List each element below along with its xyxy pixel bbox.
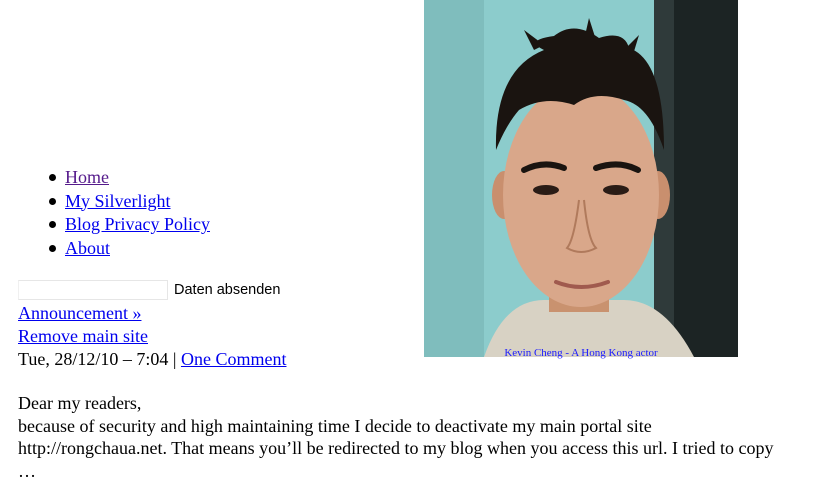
excerpt-line: Dear my readers, <box>18 393 142 413</box>
nav-item-home: Home <box>49 166 210 190</box>
nav-link-my-silverlight[interactable]: My Silverlight <box>65 191 171 211</box>
excerpt-ellipsis: … <box>18 460 36 481</box>
image-caption: Kevin Cheng - A Hong Kong actor <box>504 347 658 359</box>
nav-item-about: About <box>49 237 210 261</box>
search-submit-button[interactable]: Daten absenden <box>174 282 280 298</box>
portrait-illustration <box>424 0 738 357</box>
post-excerpt: Dear my readers, because of security and… <box>18 392 813 482</box>
post-title-link[interactable]: Remove main site <box>18 326 148 346</box>
post-title: Remove main site <box>18 325 148 348</box>
main-navigation: Home My Silverlight Blog Privacy Policy … <box>0 166 210 260</box>
meta-separator: | <box>168 349 181 369</box>
post-category: Announcement » <box>18 302 141 325</box>
excerpt-line: http://rongchaua.net. That means you’ll … <box>18 438 774 458</box>
nav-item-my-silverlight: My Silverlight <box>49 190 210 214</box>
bullet-icon <box>49 244 56 252</box>
comments-link[interactable]: One Comment <box>181 349 287 369</box>
actor-portrait-image <box>424 0 738 357</box>
post-meta: Tue, 28/12/10 – 7:04 | One Comment <box>18 348 286 371</box>
post-date: Tue, 28/12/10 – 7:04 <box>18 349 169 369</box>
category-link-announcement[interactable]: Announcement » <box>18 303 141 323</box>
nav-link-about[interactable]: About <box>65 238 110 258</box>
nav-link-home[interactable]: Home <box>65 167 109 187</box>
bullet-icon <box>49 197 56 205</box>
bullet-icon <box>49 221 56 228</box>
nav-link-blog-privacy-policy[interactable]: Blog Privacy Policy <box>65 214 210 234</box>
bullet-icon <box>49 174 56 181</box>
search-form: Daten absenden <box>18 278 280 302</box>
search-input[interactable] <box>18 280 168 300</box>
nav-item-blog-privacy-policy: Blog Privacy Policy <box>49 213 210 237</box>
excerpt-line: because of security and high maintaining… <box>18 415 652 436</box>
